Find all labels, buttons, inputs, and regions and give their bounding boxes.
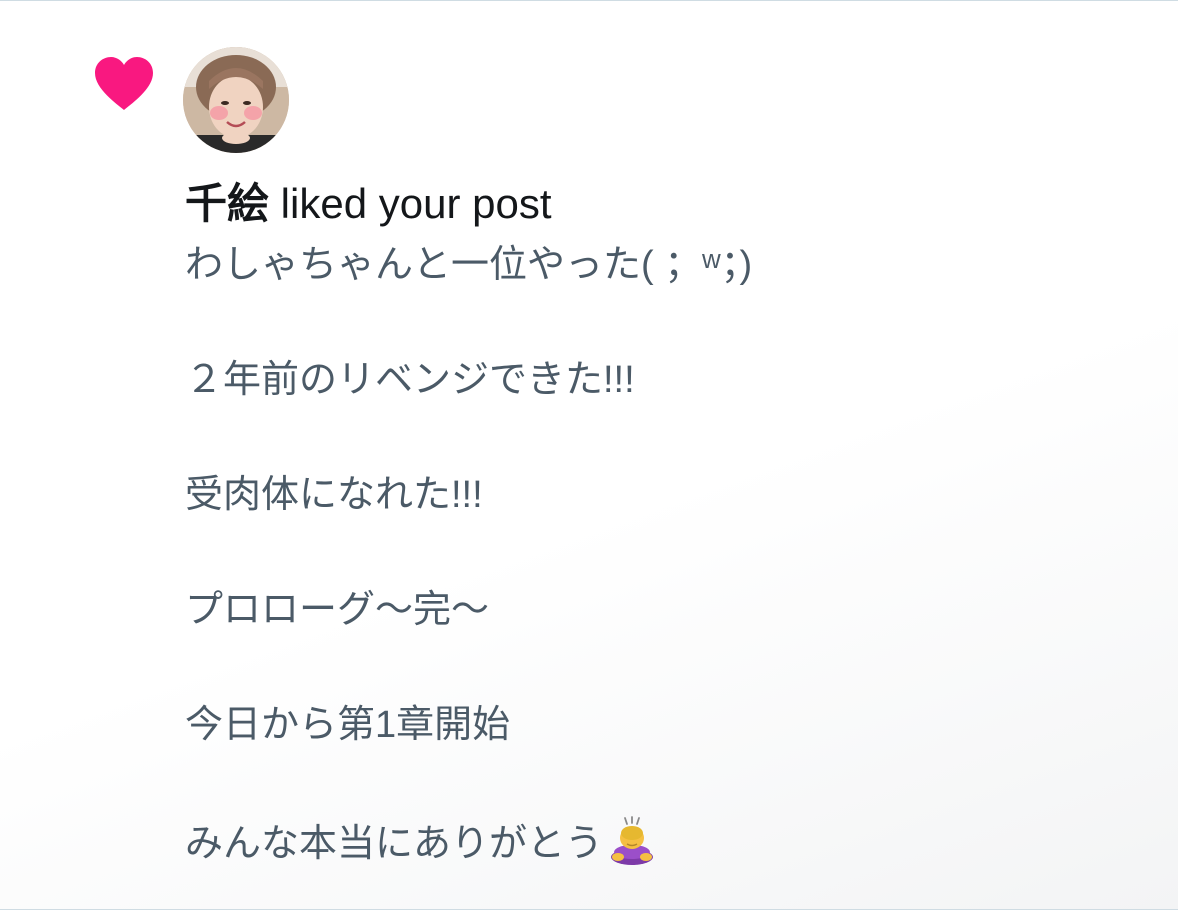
avatar[interactable] [183, 47, 289, 153]
action-text: liked your post [269, 180, 552, 227]
post-line: わしゃちゃんと一位やった( ；ʷ；) [185, 244, 753, 286]
heart-icon [95, 57, 153, 110]
user-name[interactable]: 千絵 [185, 180, 269, 227]
notification-card[interactable]: 千絵 liked your post わしゃちゃんと一位やった( ；ʷ；) ２年… [0, 0, 1178, 910]
post-text[interactable]: わしゃちゃんと一位やった( ；ʷ；) ２年前のリベンジできた!!! 受肉体になれ… [185, 241, 1145, 868]
notification-headline: 千絵 liked your post [185, 177, 1145, 231]
post-line: 受肉体になれた!!! [185, 474, 483, 516]
notification-content: 千絵 liked your post わしゃちゃんと一位やった( ；ʷ；) ２年… [185, 177, 1145, 868]
post-line: 今日から第1章開始 [185, 704, 511, 746]
post-line-last: みんな本当にありがとう [185, 816, 1145, 868]
person-bowing-icon [611, 816, 654, 865]
avatar-image [183, 47, 289, 153]
post-line: プロローグ〜完〜 [185, 589, 490, 631]
post-line: ２年前のリベンジできた!!! [185, 359, 635, 401]
post-line-text: みんな本当にありがとう [185, 823, 604, 865]
